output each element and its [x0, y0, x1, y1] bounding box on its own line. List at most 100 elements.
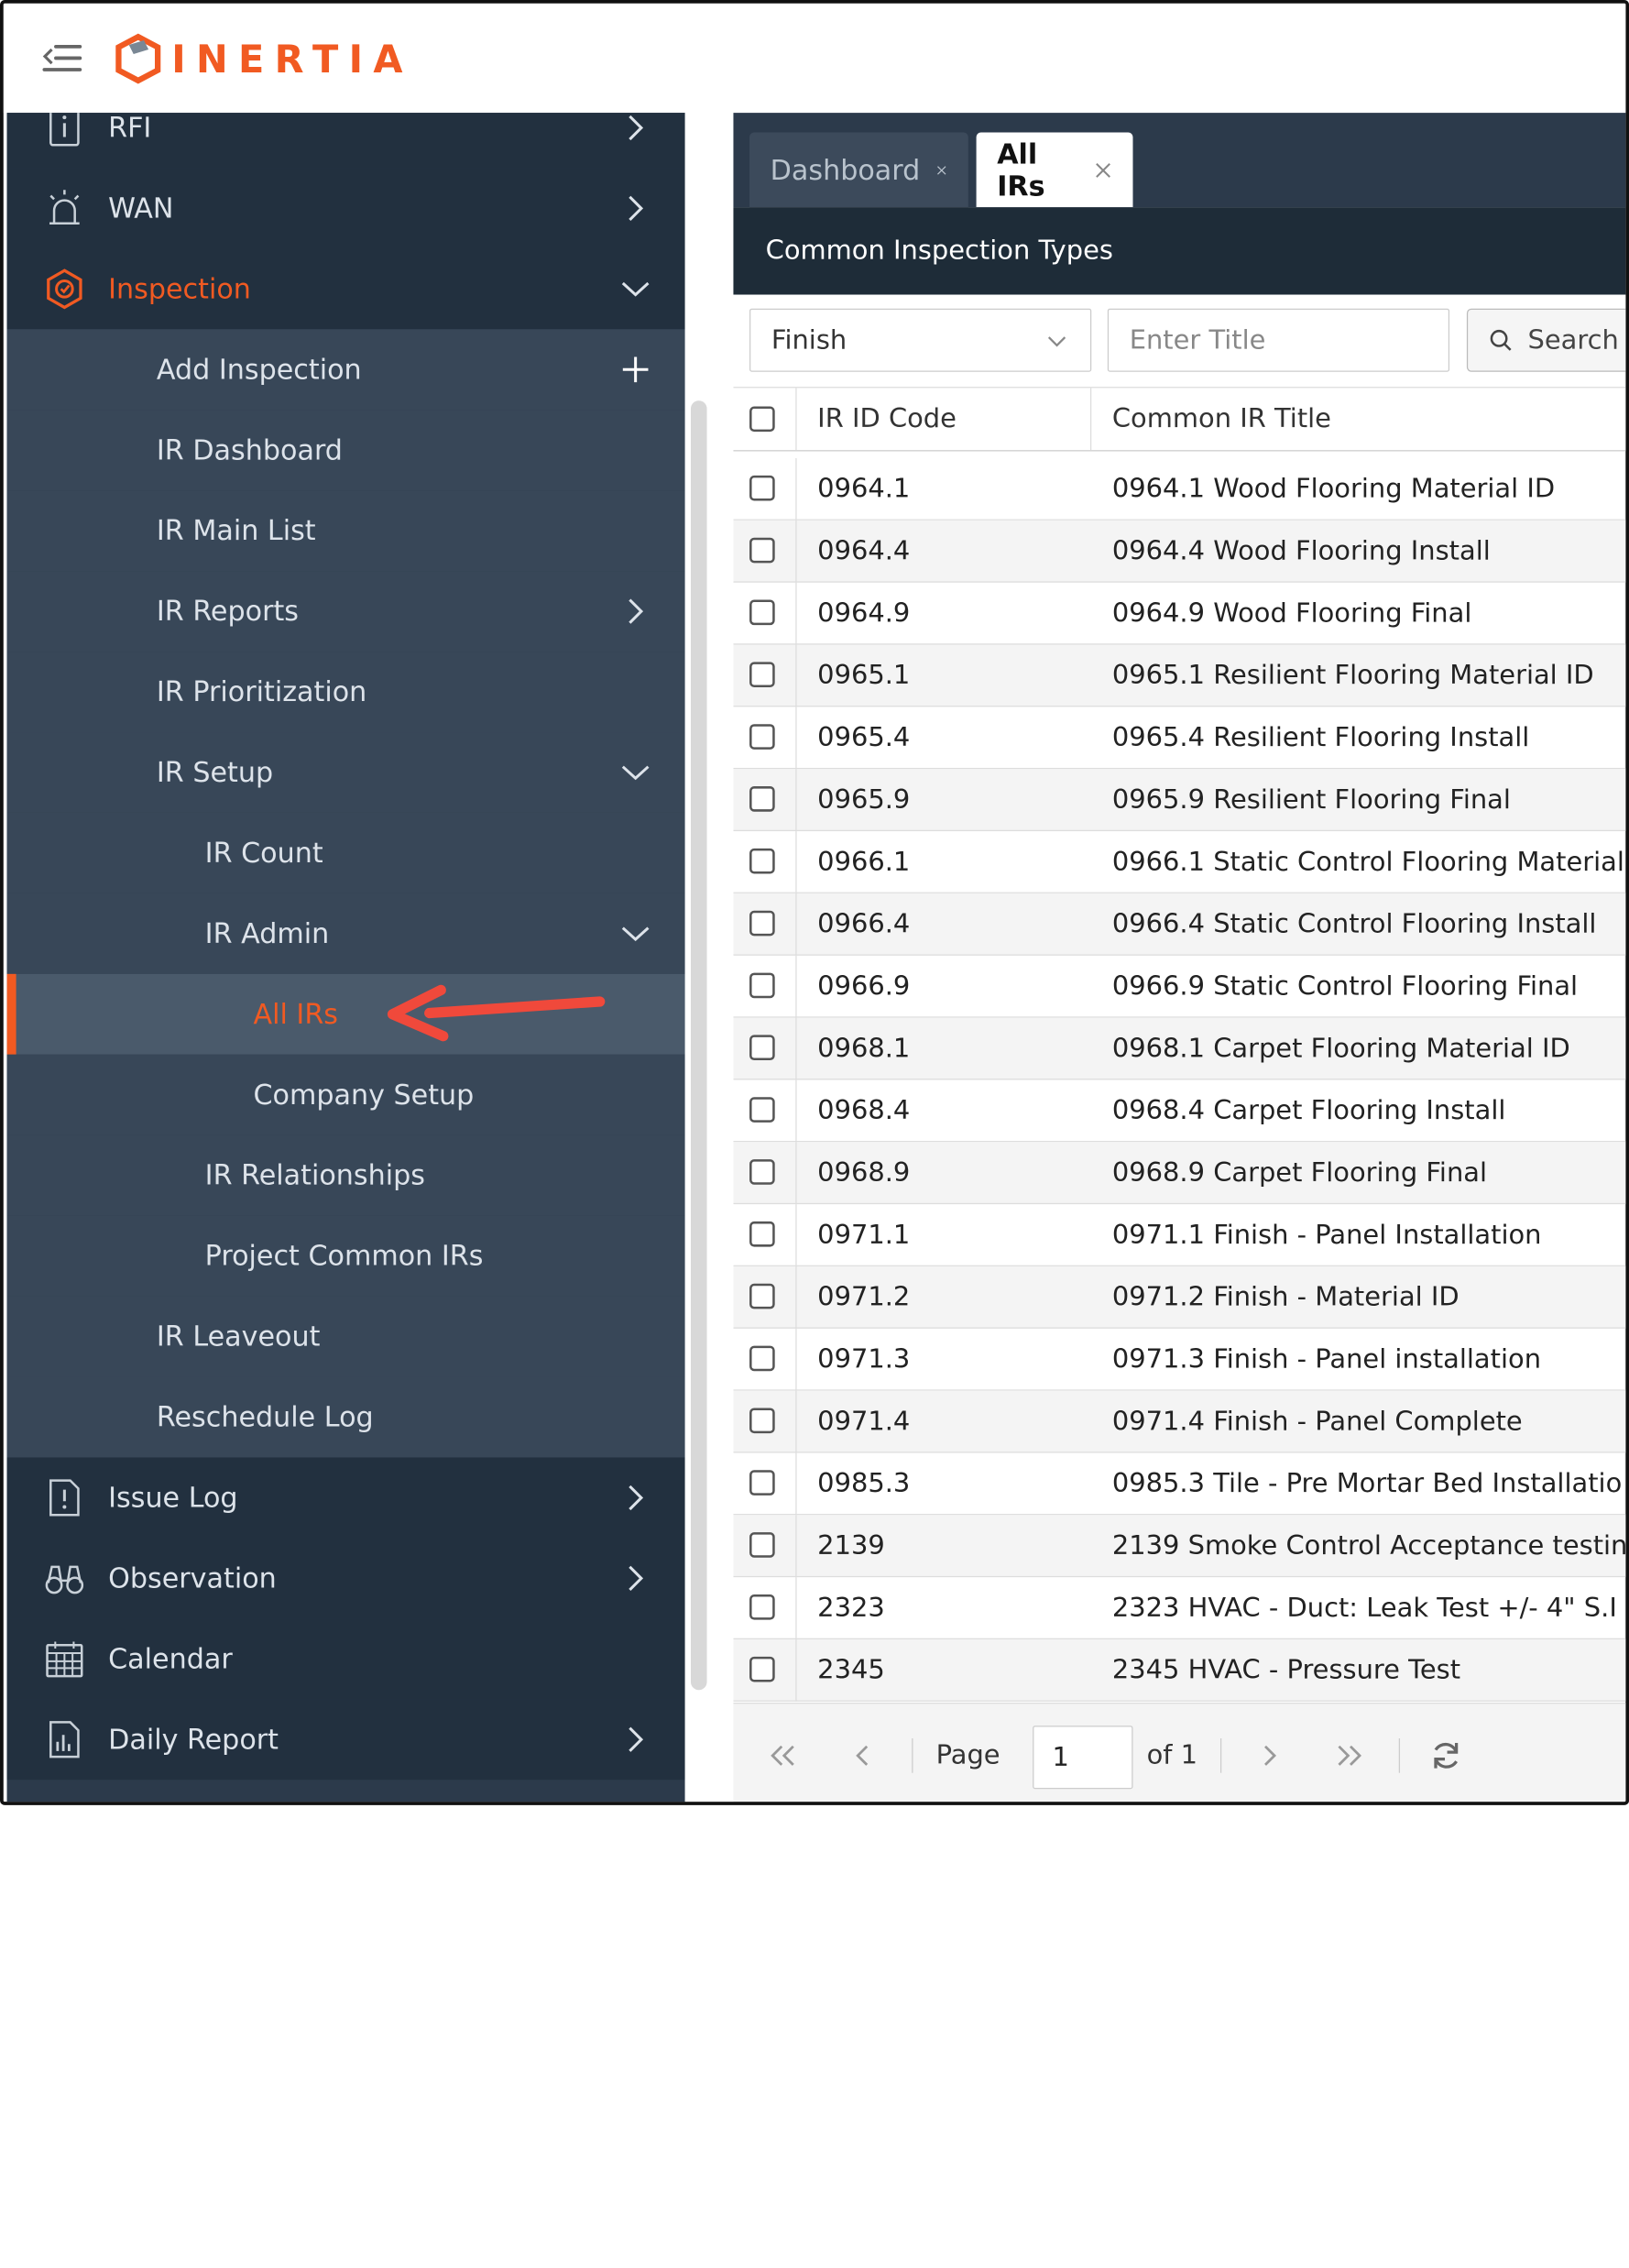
row-checkbox[interactable] [749, 1221, 775, 1247]
table-row[interactable]: 2345 2345 HVAC - Pressure Test [733, 1638, 1626, 1702]
sidebar-item-company-setup[interactable]: Company Setup [6, 1054, 685, 1135]
sidebar-item-ir-relationships[interactable]: IR Relationships [6, 1134, 685, 1216]
table-row[interactable]: 0971.1 0971.1 Finish - Panel Installatio… [733, 1204, 1626, 1266]
sidebar-item-daily-report[interactable]: Daily Report [6, 1699, 685, 1780]
row-checkbox[interactable] [749, 1532, 775, 1558]
sidebar-item-add-inspection[interactable]: Add Inspection [6, 329, 685, 411]
sidebar-item-ir-setup[interactable]: IR Setup [6, 732, 685, 813]
sidebar-item-ir-leaveout[interactable]: IR Leaveout [6, 1296, 685, 1377]
row-checkbox[interactable] [749, 972, 775, 999]
chevron-right-icon[interactable] [618, 594, 653, 629]
column-divider [795, 1638, 797, 1702]
sidebar-item-ir-count[interactable]: IR Count [6, 812, 685, 893]
tab-all-irs[interactable]: All IRs [976, 132, 1133, 208]
row-checkbox[interactable] [749, 1035, 775, 1061]
sidebar-item-label: Add Inspection [156, 353, 362, 386]
table-row[interactable]: 0971.3 0971.3 Finish - Panel installatio… [733, 1328, 1626, 1391]
row-checkbox[interactable] [749, 1345, 775, 1372]
ir-id-code-cell: 0964.1 [817, 474, 911, 505]
row-checkbox[interactable] [749, 1470, 775, 1496]
column-divider [795, 893, 797, 956]
panel-header: Common Inspection Types [733, 207, 1626, 295]
table-row[interactable]: 0966.9 0966.9 Static Control Flooring Fi… [733, 955, 1626, 1018]
chevron-right-icon[interactable] [618, 1561, 653, 1596]
chevron-down-icon[interactable] [618, 271, 653, 306]
ir-id-code-cell: 0971.1 [817, 1220, 911, 1251]
sidebar-item-observation[interactable]: Observation [6, 1538, 685, 1619]
row-checkbox[interactable] [749, 1408, 775, 1434]
column-header-ir-id-code[interactable]: IR ID Code [817, 388, 957, 450]
row-checkbox[interactable] [749, 475, 775, 501]
inertia-logo: INERTIA [114, 33, 412, 84]
row-checkbox[interactable] [749, 662, 775, 688]
close-icon[interactable] [936, 159, 947, 181]
table-row[interactable]: 0968.1 0968.1 Carpet Flooring Material I… [733, 1017, 1626, 1080]
last-page-icon[interactable] [1332, 1738, 1367, 1773]
close-icon[interactable] [1093, 159, 1112, 181]
row-checkbox[interactable] [749, 848, 775, 874]
sidebar-item-label: Reschedule Log [156, 1400, 374, 1434]
table-row[interactable]: 0971.2 0971.2 Finish - Material ID [733, 1265, 1626, 1329]
table-row[interactable]: 2139 2139 Smoke Control Acceptance testi… [733, 1515, 1626, 1578]
ir-id-code-cell: 0966.9 [817, 971, 911, 1002]
table-row[interactable]: 0964.4 0964.4 Wood Flooring Install [733, 520, 1626, 583]
row-checkbox[interactable] [749, 1159, 775, 1185]
chevron-down-icon[interactable] [618, 916, 653, 951]
row-checkbox[interactable] [749, 537, 775, 564]
ir-id-code-cell: 0968.4 [817, 1095, 911, 1126]
category-select[interactable]: Finish [749, 308, 1092, 372]
row-checkbox[interactable] [749, 910, 775, 937]
table-row[interactable]: 0965.4 0965.4 Resilient Flooring Install [733, 707, 1626, 770]
table-row[interactable]: 0968.9 0968.9 Carpet Flooring Final [733, 1142, 1626, 1205]
sidebar-item-wan[interactable]: WAN [6, 168, 685, 249]
row-checkbox[interactable] [749, 1097, 775, 1123]
table-row[interactable]: 0966.4 0966.4 Static Control Flooring In… [733, 893, 1626, 956]
first-page-icon[interactable] [766, 1738, 801, 1773]
sidebar-item-ir-reports[interactable]: IR Reports [6, 571, 685, 652]
row-checkbox[interactable] [749, 1656, 775, 1682]
table-row[interactable]: 0965.1 0965.1 Resilient Flooring Materia… [733, 644, 1626, 707]
tab-dashboard[interactable]: Dashboard [749, 132, 968, 208]
refresh-icon[interactable] [1428, 1738, 1463, 1773]
sidebar-scrollbar[interactable] [690, 400, 707, 1691]
row-checkbox[interactable] [749, 1594, 775, 1620]
sidebar-item-ir-prioritization[interactable]: IR Prioritization [6, 652, 685, 733]
table-row[interactable]: 0964.9 0964.9 Wood Flooring Final [733, 582, 1626, 645]
ir-id-code-cell: 2139 [817, 1530, 885, 1561]
table-row[interactable]: 0971.4 0971.4 Finish - Panel Complete [733, 1390, 1626, 1453]
sidebar-item-calendar[interactable]: Calendar [6, 1618, 685, 1700]
plus-icon[interactable] [618, 352, 653, 387]
column-header-common-ir-title[interactable]: Common IR Title [1112, 388, 1331, 450]
sidebar-item-reschedule-log[interactable]: Reschedule Log [6, 1376, 685, 1458]
next-page-icon[interactable] [1252, 1738, 1286, 1773]
chevron-right-icon[interactable] [618, 113, 653, 145]
table-row[interactable]: 0968.4 0968.4 Carpet Flooring Install [733, 1079, 1626, 1143]
table-row[interactable]: 0964.1 0964.1 Wood Flooring Material ID [733, 458, 1626, 520]
page-number-input[interactable] [1033, 1726, 1133, 1790]
sidebar-item-ir-admin[interactable]: IR Admin [6, 893, 685, 974]
row-checkbox[interactable] [749, 786, 775, 812]
table-row[interactable]: 0985.3 0985.3 Tile - Pre Mortar Bed Inst… [733, 1452, 1626, 1516]
sidebar-item-inspection[interactable]: Inspection [6, 248, 685, 330]
table-row[interactable]: 0966.1 0966.1 Static Control Flooring Ma… [733, 831, 1626, 893]
sidebar-item-project-common-irs[interactable]: Project Common IRs [6, 1215, 685, 1297]
search-button[interactable]: Search [1466, 308, 1626, 372]
select-all-checkbox[interactable] [749, 406, 775, 433]
sidebar-item-ir-dashboard[interactable]: IR Dashboard [6, 410, 685, 491]
sidebar-item-issue-log[interactable]: Issue Log [6, 1457, 685, 1539]
collapse-menu-icon[interactable] [42, 42, 82, 74]
chevron-right-icon[interactable] [618, 192, 653, 226]
chevron-down-icon[interactable] [618, 755, 653, 790]
title-input[interactable] [1107, 308, 1450, 372]
sidebar-item-ir-main-list[interactable]: IR Main List [6, 490, 685, 572]
row-checkbox[interactable] [749, 1283, 775, 1309]
chevron-right-icon[interactable] [618, 1722, 653, 1757]
sidebar-item-rfi[interactable]: RFI [6, 113, 685, 169]
sidebar-item-label: Calendar [108, 1642, 233, 1675]
chevron-right-icon[interactable] [618, 1481, 653, 1516]
previous-page-icon[interactable] [847, 1738, 881, 1773]
row-checkbox[interactable] [749, 724, 775, 750]
table-row[interactable]: 0965.9 0965.9 Resilient Flooring Final [733, 769, 1626, 832]
table-row[interactable]: 2323 2323 HVAC - Duct: Leak Test +/- 4" … [733, 1577, 1626, 1639]
row-checkbox[interactable] [749, 599, 775, 626]
